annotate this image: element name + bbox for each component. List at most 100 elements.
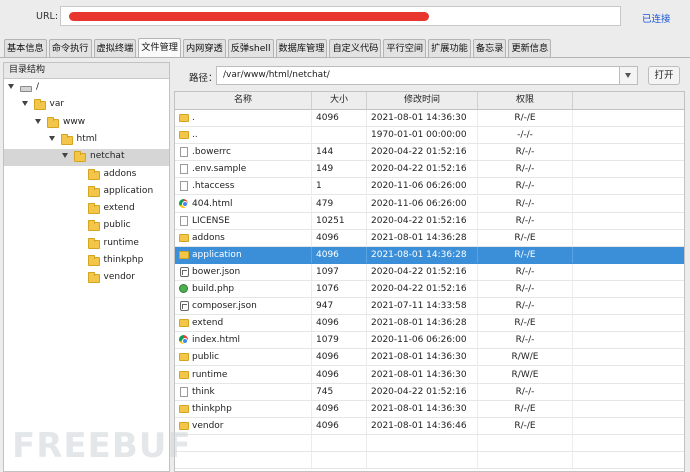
directory-tree-panel: 目录结构 / var www html netchat addons application…: [3, 62, 170, 472]
path-dropdown-button[interactable]: [619, 67, 637, 84]
cell-size: 144: [312, 144, 367, 161]
path-input[interactable]: /var/www/html/netchat/: [216, 66, 638, 85]
folder-icon: [60, 133, 73, 145]
cell-time: 2021-08-01 14:36:30: [367, 400, 478, 417]
table-row[interactable]: vendor 4096 2021-08-01 14:36:46 R/-/E: [175, 417, 684, 435]
cell-time: 2020-11-06 06:26:00: [367, 195, 478, 212]
table-row[interactable]: .htaccess 1 2020-11-06 06:26:00 R/-/-: [175, 178, 684, 196]
tab-4[interactable]: 内网穿透: [183, 39, 226, 57]
tab-2[interactable]: 虚拟终端: [93, 39, 137, 57]
url-redaction: [69, 12, 429, 21]
table-row[interactable]: 404.html 479 2020-11-06 06:26:00 R/-/-: [175, 195, 684, 213]
table-row[interactable]: . 4096 2021-08-01 14:36:30 R/-/E: [175, 110, 684, 127]
tree-node-label: /: [36, 82, 40, 92]
tab-9[interactable]: 扩展功能: [428, 39, 471, 57]
header-name[interactable]: 名称: [175, 92, 312, 109]
table-row[interactable]: think 745 2020-04-22 01:52:16 R/-/-: [175, 383, 684, 401]
tree-node[interactable]: netchat: [4, 149, 169, 167]
watermark-logo: FREEBUF: [12, 426, 192, 466]
cell-name: bower.json: [175, 263, 312, 280]
url-input[interactable]: [60, 6, 621, 26]
path-value: /var/www/html/netchat/: [223, 70, 330, 80]
table-row[interactable]: build.php 1076 2020-04-22 01:52:16 R/-/-: [175, 281, 684, 298]
cell-size: 4096: [312, 366, 367, 383]
tree-node[interactable]: www: [4, 115, 169, 132]
tree-node[interactable]: public: [4, 218, 169, 235]
tree-node[interactable]: var: [4, 97, 169, 114]
tab-1[interactable]: 命令执行: [48, 39, 92, 57]
cell-perm: R/-/-: [478, 178, 573, 195]
cell-size: 947: [312, 298, 367, 315]
cell-perm: R/-/-: [478, 281, 573, 297]
tree-node[interactable]: /: [4, 80, 169, 97]
tree-node-label: application: [103, 185, 154, 196]
cell-perm: R/-/-: [478, 332, 573, 349]
tab-8[interactable]: 平行空间: [383, 39, 427, 57]
cell-spacer: [573, 196, 684, 212]
cell-perm: R/-/-: [478, 161, 573, 178]
empty-row: [175, 434, 684, 452]
cell-name: application: [175, 246, 312, 263]
tree-node-label: var: [49, 99, 65, 110]
tab-3[interactable]: 文件管理: [138, 38, 181, 57]
cell-size: 4096: [312, 229, 367, 246]
tree-node-label: extend: [103, 203, 135, 214]
tree-node-label: runtime: [103, 237, 139, 248]
cell-spacer: [573, 367, 684, 383]
tree-node[interactable]: thinkphp: [4, 253, 169, 270]
table-row[interactable]: bower.json 1097 2020-04-22 01:52:16 R/-/-: [175, 263, 684, 281]
cell-perm: R/-/E: [478, 315, 573, 332]
table-row[interactable]: application 4096 2021-08-01 14:36:28 R/-/E: [175, 246, 684, 264]
cell-spacer: [573, 384, 684, 400]
connection-status: 已连接: [642, 14, 671, 25]
cell-perm: R/-/E: [478, 229, 573, 246]
folder-icon: [87, 237, 100, 249]
header-spacer: [573, 92, 684, 109]
tab-5[interactable]: 反弹shell: [227, 39, 274, 57]
table-row[interactable]: index.html 1079 2020-11-06 06:26:00 R/-/-: [175, 332, 684, 350]
header-permission[interactable]: 权限: [478, 92, 573, 109]
expand-triangle-icon[interactable]: [62, 153, 68, 159]
tree-node[interactable]: vendor: [4, 270, 169, 287]
table-row[interactable]: .. 1970-01-01 00:00:00 -/-/-: [175, 127, 684, 145]
table-row[interactable]: public 4096 2021-08-01 14:36:30 R/W/E: [175, 349, 684, 367]
expand-triangle-icon[interactable]: [21, 101, 28, 107]
open-button[interactable]: 打开: [648, 66, 680, 85]
tree-node[interactable]: html: [4, 132, 169, 149]
cell-size: 1097: [312, 263, 367, 280]
cell-spacer: [573, 178, 684, 194]
tab-7[interactable]: 自定义代码: [329, 39, 382, 57]
table-row[interactable]: runtime 4096 2021-08-01 14:36:30 R/W/E: [175, 366, 684, 384]
header-modified[interactable]: 修改时间: [367, 92, 478, 109]
expand-triangle-icon[interactable]: [8, 84, 14, 89]
tab-11[interactable]: 更新信息: [508, 39, 552, 57]
header-size[interactable]: 大小: [312, 92, 367, 109]
cell-spacer: [573, 315, 684, 331]
empty-cell: [573, 435, 684, 451]
table-row[interactable]: addons 4096 2021-08-01 14:36:28 R/-/E: [175, 229, 684, 247]
table-row[interactable]: .bowerrc 144 2020-04-22 01:52:16 R/-/-: [175, 144, 684, 162]
cell-time: 2021-08-01 14:36:46: [367, 417, 478, 434]
tab-10[interactable]: 备忘录: [472, 39, 507, 57]
expand-triangle-icon[interactable]: [48, 135, 55, 141]
empty-cell: [312, 434, 367, 451]
cell-name: LICENSE: [175, 212, 312, 229]
cell-time: 2020-11-06 06:26:00: [367, 332, 478, 349]
cell-name: .env.sample: [175, 161, 312, 178]
tree-node[interactable]: runtime: [4, 236, 169, 253]
table-row[interactable]: LICENSE 10251 2020-04-22 01:52:16 R/-/-: [175, 212, 684, 230]
tree-node[interactable]: addons: [4, 167, 169, 184]
tab-0[interactable]: 基本信息: [4, 39, 47, 57]
cell-time: 2021-08-01 14:36:30: [367, 349, 478, 366]
tree-node[interactable]: extend: [4, 201, 169, 218]
table-row[interactable]: thinkphp 4096 2021-08-01 14:36:30 R/-/E: [175, 400, 684, 418]
cell-size: 4096: [312, 110, 367, 126]
table-row[interactable]: composer.json 947 2021-07-11 14:33:58 R/-/-: [175, 298, 684, 316]
table-row[interactable]: .env.sample 149 2020-04-22 01:52:16 R/-/-: [175, 161, 684, 179]
table-row[interactable]: extend 4096 2021-08-01 14:36:28 R/-/E: [175, 315, 684, 333]
cell-time: 2020-11-06 06:26:00: [367, 178, 478, 195]
tree-node[interactable]: application: [4, 184, 169, 201]
tab-6[interactable]: 数据库管理: [275, 39, 328, 57]
cell-spacer: [573, 247, 684, 263]
expand-triangle-icon[interactable]: [35, 118, 41, 124]
